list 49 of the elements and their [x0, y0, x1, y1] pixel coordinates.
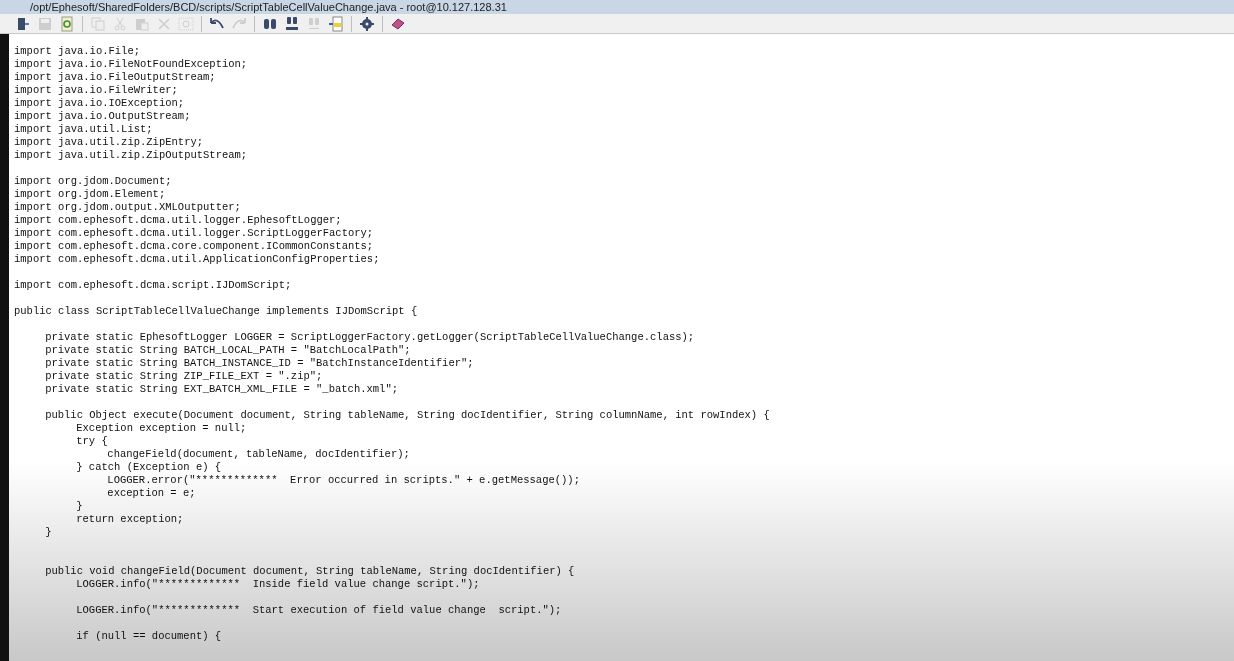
delete-icon: [156, 15, 172, 32]
code-line: import com.ephesoft.dcma.script.IJDomScript;: [14, 279, 292, 291]
code-line: public class ScriptTableCellValueChange implements IJDomScript {: [14, 305, 418, 317]
reload-icon: [59, 15, 75, 32]
code-line: import java.io.File;: [14, 45, 141, 57]
code-line: LOGGER.info("************* Start execution of field value change script.");: [75, 604, 562, 616]
toolbar-button[interactable]: [327, 14, 345, 33]
document-arrow-icon: [328, 15, 344, 32]
code-line: LOGGER.error("************* Error occurred in scripts." + e.getMessage());: [106, 474, 580, 486]
code-line: private static String BATCH_LOCAL_PATH = "BatchLocalPath";: [44, 344, 411, 356]
copy-icon: [90, 15, 106, 32]
code-line: if (null == document) {: [75, 630, 222, 642]
code-line: import java.io.OutputStream;: [14, 110, 191, 122]
code-line: }: [75, 500, 83, 512]
code-line: import org.jdom.Document;: [14, 175, 172, 187]
scissors-icon: [112, 15, 128, 32]
code-line: import java.io.FileWriter;: [14, 84, 178, 96]
code-line: LOGGER.info("************* Inside field value change script.");: [75, 578, 480, 590]
code-line: try {: [75, 435, 108, 447]
toolbar-button[interactable]: [358, 14, 376, 33]
code-line: Exception exception = null;: [75, 422, 247, 434]
code-line: public void changeField(Document document, String tableName, String docIdentifier) {: [44, 565, 575, 577]
code-line: import com.ephesoft.dcma.util.logger.EphesoftLogger;: [14, 214, 342, 226]
code-line: import org.jdom.output.XMLOutputter;: [14, 201, 241, 213]
toolbar-button[interactable]: [58, 14, 76, 33]
code-line: exception = e;: [106, 487, 196, 499]
code-line: } catch (Exception e) {: [75, 461, 222, 473]
code-line: private static String EXT_BATCH_XML_FILE = "_batch.xml";: [44, 383, 398, 395]
code-line: import java.util.zip.ZipEntry;: [14, 136, 204, 148]
code-line: import com.ephesoft.dcma.core.component.ICommonConstants;: [14, 240, 374, 252]
code-line: private static String BATCH_INSTANCE_ID = "BatchInstanceIdentifier";: [44, 357, 474, 369]
code-line: import com.ephesoft.dcma.util.ApplicationConfigProperties;: [14, 253, 380, 265]
code-line: import java.util.List;: [14, 123, 153, 135]
code-line: import java.io.FileNotFoundException;: [14, 58, 248, 70]
code-line: import org.jdom.Element;: [14, 188, 166, 200]
code-line: changeField(document, tableName, docIdentifier);: [106, 448, 410, 460]
select-all-icon: [178, 15, 194, 32]
code-line: import com.ephesoft.dcma.util.logger.ScriptLoggerFactory;: [14, 227, 374, 239]
code-line: private static String ZIP_FILE_EXT = ".zip";: [44, 370, 323, 382]
code-line: public Object execute(Document document, String tableName, String docIdentifier, String columnName, int rowIndex) {: [44, 409, 770, 421]
code-line: import java.io.IOException;: [14, 97, 185, 109]
code-line: }: [44, 526, 52, 538]
exit-icon: [15, 15, 31, 32]
code-line: import java.io.FileOutputStream;: [14, 71, 216, 83]
code-line: import java.util.zip.ZipOutputStream;: [14, 149, 248, 161]
save-icon: [37, 15, 53, 32]
code-line: private static EphesoftLogger LOGGER = ScriptLoggerFactory.getLogger(ScriptTableCellValueChange.class);: [44, 331, 695, 343]
window-title: /opt/Ephesoft/SharedFolders/BCD/scripts/ScriptTableCellValueChange.java - root@10.127.128.31: [30, 1, 507, 13]
code-line: return exception;: [75, 513, 184, 525]
